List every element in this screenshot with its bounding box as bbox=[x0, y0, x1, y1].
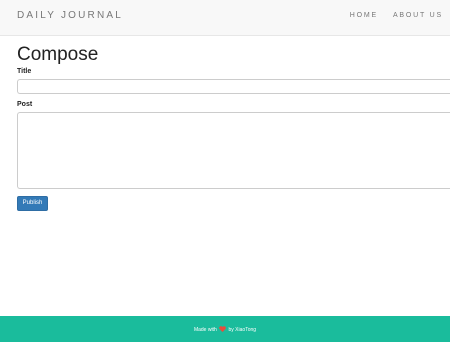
nav-link-about-us[interactable]: ABOUT US bbox=[393, 12, 443, 19]
publish-button[interactable]: Publish bbox=[17, 196, 48, 211]
footer: Made with by XiaoTong bbox=[0, 316, 450, 342]
post-label: Post bbox=[17, 101, 33, 108]
nav-links: HOME ABOUT US bbox=[350, 12, 443, 19]
footer-credit: Made with by XiaoTong bbox=[0, 326, 450, 333]
footer-suffix: by XiaoTong bbox=[228, 327, 257, 333]
brand-link[interactable]: DAILY JOURNAL bbox=[17, 10, 123, 21]
title-label: Title bbox=[17, 68, 32, 75]
page-title: Compose bbox=[17, 44, 99, 65]
footer-prefix: Made with bbox=[193, 327, 217, 333]
compose-form: Compose Title Post Publish bbox=[17, 44, 450, 211]
title-input[interactable] bbox=[17, 79, 450, 94]
navbar: DAILY JOURNAL HOME ABOUT US bbox=[0, 0, 450, 36]
nav-link-home[interactable]: HOME bbox=[350, 12, 378, 19]
heart-icon bbox=[219, 326, 226, 332]
post-textarea[interactable] bbox=[17, 112, 450, 189]
